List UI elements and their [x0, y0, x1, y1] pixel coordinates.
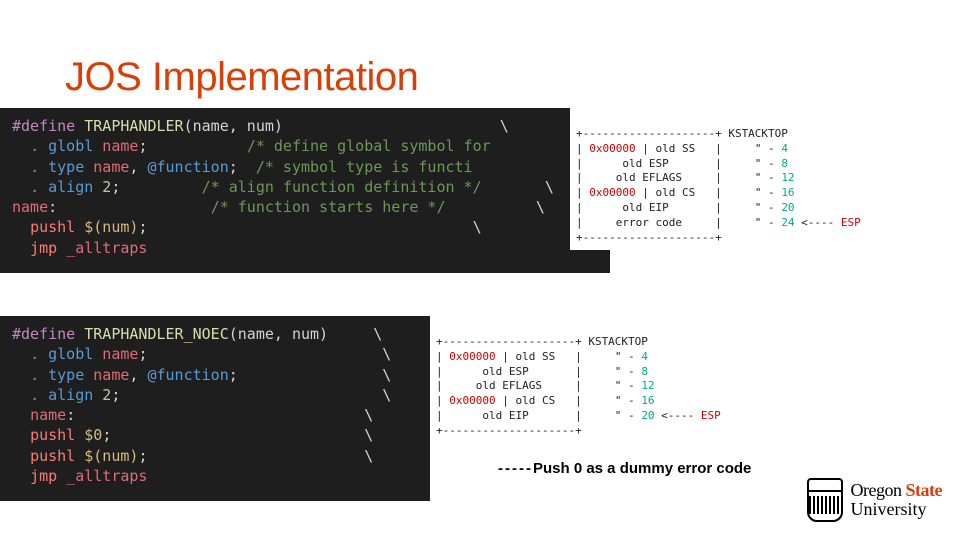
code-block-traphandler-noec: #define TRAPHANDLER_NOEC(name, num) \ . …: [0, 316, 430, 501]
stack-diagram-2: +--------------------+ KSTACKTOP | 0x000…: [430, 316, 790, 443]
oregon-state-logo: Oregon State University: [807, 478, 942, 522]
code-block-traphandler: #define TRAPHANDLER(name, num) \ . globl…: [0, 108, 610, 273]
page-title: JOS Implementation: [65, 55, 418, 100]
annotation-dummy-error-code: -----Push 0 as a dummy error code: [498, 460, 751, 477]
shield-icon: [807, 478, 843, 522]
stack-diagram-1: +--------------------+ KSTACKTOP | 0x000…: [570, 108, 940, 250]
